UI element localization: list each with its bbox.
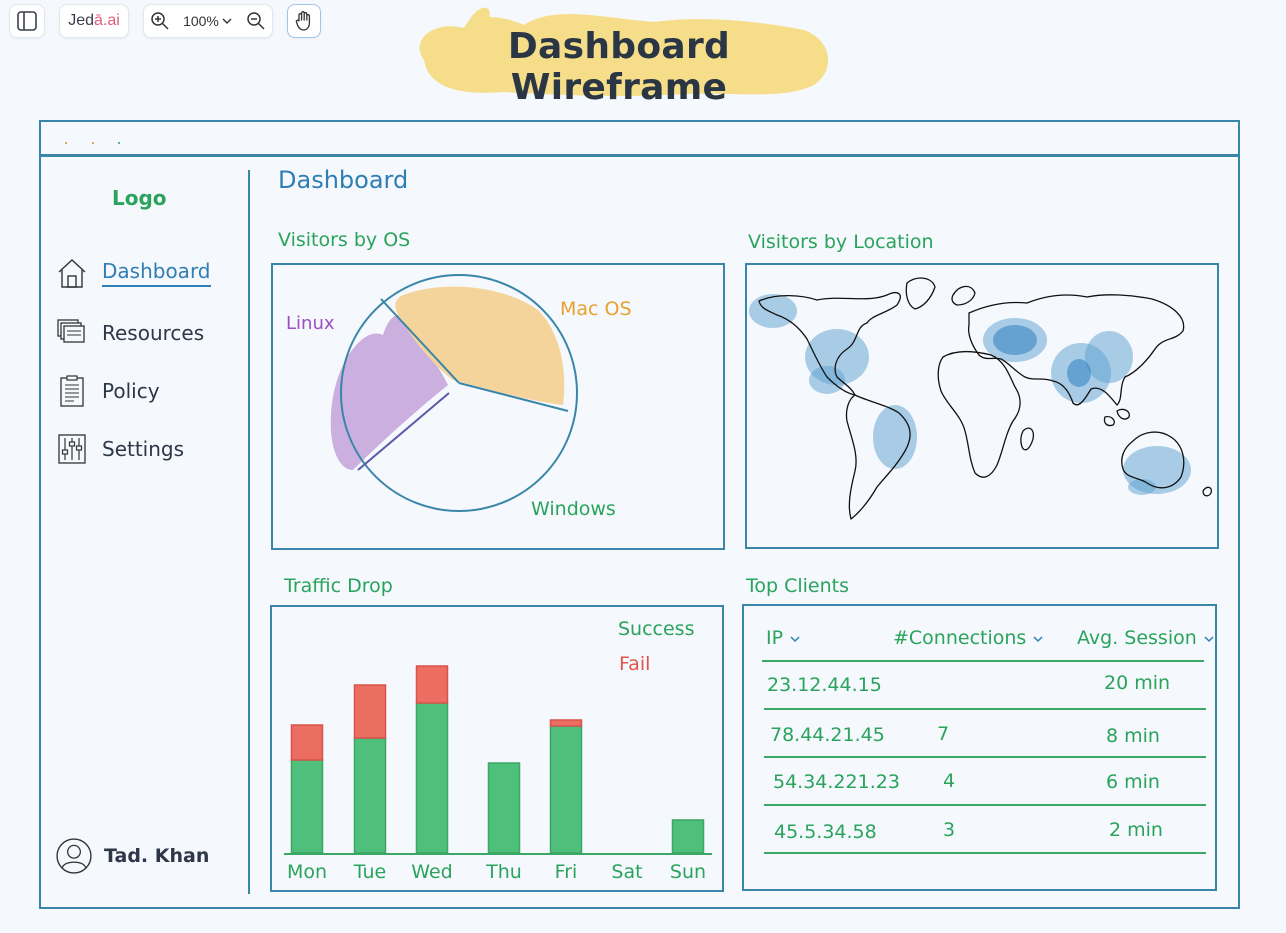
table-cell-connections: 4 bbox=[943, 770, 956, 792]
column-header-ip[interactable]: IP bbox=[766, 627, 801, 649]
bar-fail-tue bbox=[353, 684, 387, 739]
table-cell-session: 2 min bbox=[1109, 819, 1163, 841]
table-cell-ip: 45.5.34.58 bbox=[774, 821, 877, 843]
traffic-bar-chart: Mon Tue Wed Thu Fri Sat Sun bbox=[284, 665, 712, 883]
hand-icon bbox=[295, 11, 311, 31]
sidebar-item-policy[interactable]: Policy bbox=[56, 373, 160, 409]
user-name: Tad. Khan bbox=[104, 845, 210, 867]
x-tick-label: Sat bbox=[611, 861, 642, 883]
table-cell-session: 20 min bbox=[1104, 672, 1171, 694]
bar-fail-mon bbox=[290, 724, 324, 761]
bar-success-wed bbox=[415, 702, 449, 854]
hand-tool-button[interactable] bbox=[287, 4, 321, 38]
sidebar-item-label: Dashboard bbox=[102, 259, 211, 287]
windows-label: Windows bbox=[531, 498, 616, 520]
os-panel-title: Visitors by OS bbox=[278, 229, 411, 251]
avatar bbox=[56, 838, 92, 874]
table-cell-session: 6 min bbox=[1106, 771, 1160, 793]
table-cell-connections: 7 bbox=[937, 723, 950, 745]
table-divider bbox=[764, 756, 1206, 758]
location-panel bbox=[745, 263, 1219, 549]
header-divider bbox=[39, 154, 1240, 157]
table-divider bbox=[762, 660, 1204, 662]
brand-text: Jed bbox=[68, 12, 94, 29]
sidebar-item-label: Settings bbox=[102, 437, 185, 461]
location-panel-title: Visitors by Location bbox=[748, 231, 934, 253]
table-cell-ip: 54.34.221.23 bbox=[773, 771, 900, 793]
traffic-panel-title: Traffic Drop bbox=[284, 575, 393, 597]
x-tick-label: Sun bbox=[670, 861, 706, 883]
window-dots-icon bbox=[65, 142, 120, 144]
zoom-level-select[interactable]: 100% bbox=[183, 13, 233, 29]
settings-icon bbox=[58, 434, 86, 464]
brand-logo[interactable]: Jedā.ai bbox=[59, 4, 129, 38]
main-heading: Dashboard bbox=[278, 166, 409, 194]
zoom-level: 100% bbox=[183, 13, 219, 29]
sidebar-toggle-icon bbox=[17, 11, 37, 31]
zoom-controls: 100% bbox=[143, 4, 273, 38]
x-tick-label: Tue bbox=[353, 861, 386, 883]
bar-success-sun bbox=[671, 819, 705, 854]
chevron-down-icon bbox=[1204, 636, 1214, 643]
linux-label: Linux bbox=[286, 313, 335, 334]
clients-panel-title: Top Clients bbox=[746, 575, 850, 597]
sidebar-item-settings[interactable]: Settings bbox=[56, 431, 184, 467]
world-map bbox=[749, 277, 1213, 520]
page-title: Dashboard Wireframe bbox=[507, 26, 731, 108]
brand-accent: ā.ai bbox=[94, 12, 120, 29]
home-icon bbox=[58, 259, 86, 288]
bar-fail-fri bbox=[549, 719, 583, 727]
table-cell-connections: 3 bbox=[943, 819, 956, 841]
sidebar-item-label: Resources bbox=[102, 321, 205, 345]
column-header-connections[interactable]: #Connections bbox=[893, 627, 1044, 649]
table-cell-ip: 23.12.44.15 bbox=[767, 674, 882, 696]
x-tick-label: Thu bbox=[485, 861, 522, 883]
chevron-down-icon bbox=[222, 18, 232, 24]
chevron-down-icon bbox=[790, 636, 800, 643]
sidebar-toggle-button[interactable] bbox=[9, 4, 45, 38]
zoom-out-icon[interactable] bbox=[246, 11, 266, 31]
table-cell-session: 8 min bbox=[1106, 725, 1160, 747]
logo[interactable]: Logo bbox=[112, 186, 167, 210]
x-tick-label: Wed bbox=[411, 861, 452, 883]
os-pie-chart bbox=[330, 274, 578, 512]
user-profile[interactable]: Tad. Khan bbox=[56, 838, 209, 874]
bar-success-thu bbox=[487, 762, 521, 854]
resources-icon bbox=[57, 319, 85, 343]
sidebar-item-resources[interactable]: Resources bbox=[56, 315, 204, 351]
table-cell-ip: 78.44.21.45 bbox=[770, 724, 885, 746]
bar-success-tue bbox=[353, 737, 387, 854]
table-divider bbox=[764, 708, 1206, 710]
bar-success-mon bbox=[290, 759, 324, 854]
x-tick-label: Fri bbox=[555, 861, 578, 883]
x-tick-label: Mon bbox=[287, 861, 327, 883]
sidebar-divider bbox=[248, 170, 250, 894]
table-divider bbox=[764, 804, 1206, 806]
sidebar-item-dashboard[interactable]: Dashboard bbox=[56, 255, 211, 291]
bar-success-fri bbox=[549, 725, 583, 854]
macos-label: Mac OS bbox=[560, 298, 632, 320]
policy-icon bbox=[60, 375, 84, 407]
column-header-session[interactable]: Avg. Session bbox=[1077, 627, 1215, 649]
traffic-panel: Success Fail Mon Tue Wed Thu Fri Sat Sun bbox=[270, 605, 724, 892]
table-divider bbox=[764, 852, 1206, 854]
chevron-down-icon bbox=[1033, 636, 1043, 643]
heat-blobs bbox=[749, 294, 1191, 495]
os-panel: Linux Mac OS Windows bbox=[271, 263, 725, 550]
bar-fail-wed bbox=[415, 665, 449, 704]
zoom-in-icon[interactable] bbox=[150, 11, 170, 31]
sidebar-item-label: Policy bbox=[102, 379, 160, 403]
